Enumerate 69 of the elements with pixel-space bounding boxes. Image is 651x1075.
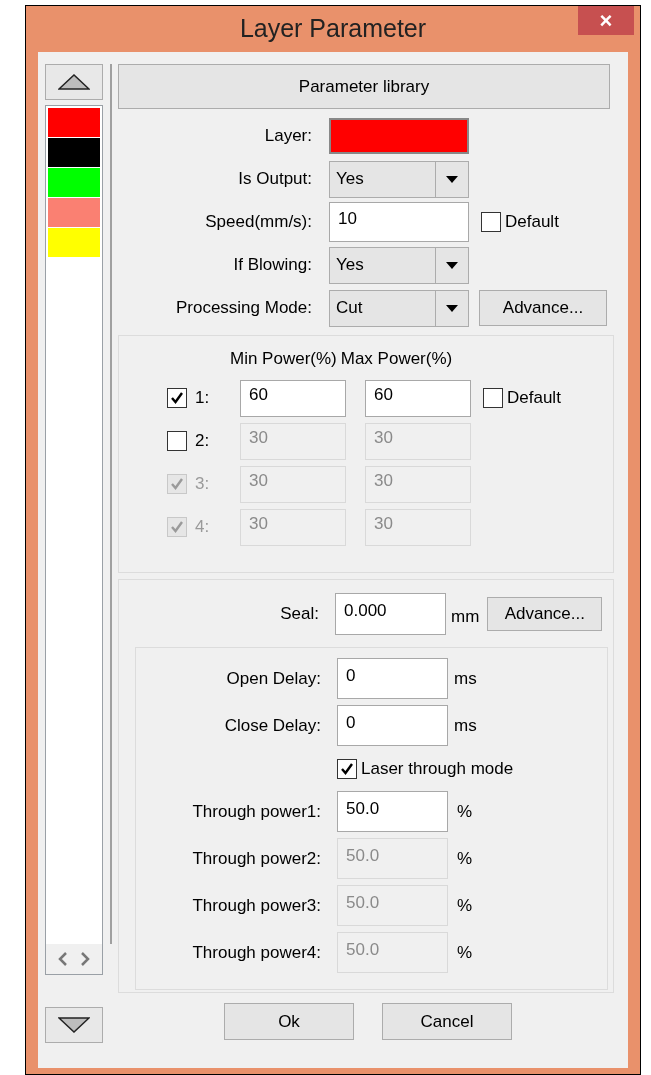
field-label: Through power4: <box>191 941 321 964</box>
checkbox-label: Laser through mode <box>361 758 514 781</box>
parameter-library-button[interactable]: Parameter library <box>118 64 610 109</box>
dropdown[interactable]: Cut <box>329 289 469 327</box>
input-field[interactable]: 0 <box>337 658 448 699</box>
channel-label: 4: <box>195 516 211 539</box>
unit-label: mm <box>451 606 480 629</box>
checkbox[interactable] <box>167 431 187 451</box>
channel-label: 1: <box>195 387 211 410</box>
button[interactable]: Ok <box>224 1003 354 1040</box>
scroll-down-button[interactable] <box>45 1007 103 1043</box>
checkmark-icon <box>170 520 184 534</box>
field-label: Through power2: <box>191 847 321 870</box>
channel-label: 2: <box>195 430 211 453</box>
dropdown-arrow-icon <box>446 304 458 312</box>
unit-label: % <box>457 941 473 964</box>
input-field[interactable]: 0.000 <box>335 593 446 635</box>
field-label: Through power3: <box>191 894 321 917</box>
field-label: If Blowing: <box>232 254 312 277</box>
layer-swatch[interactable] <box>48 138 100 167</box>
dropdown-arrow-icon <box>446 175 458 183</box>
channel-label: 3: <box>195 473 211 496</box>
down-triangle-icon <box>58 1017 90 1033</box>
input-field[interactable]: 10 <box>329 202 469 242</box>
button[interactable]: Cancel <box>382 1003 512 1040</box>
up-triangle-icon <box>58 74 90 90</box>
field-label: Close Delay: <box>223 714 321 737</box>
input-field[interactable]: 60 <box>240 379 346 417</box>
field-label: Layer: <box>263 125 312 148</box>
checkbox[interactable] <box>481 212 501 232</box>
checkbox[interactable] <box>337 759 357 779</box>
scroll-right-icon[interactable] <box>80 952 90 966</box>
field-label: Through power1: <box>191 800 321 823</box>
button[interactable]: Advance... <box>487 597 603 631</box>
unit-label: % <box>457 894 473 917</box>
layer-swatch[interactable] <box>48 108 100 137</box>
input-field[interactable]: 50.0 <box>337 791 448 832</box>
dropdown[interactable]: Yes <box>329 246 469 284</box>
dropdown-arrow-icon <box>446 261 458 269</box>
button[interactable]: Advance... <box>479 290 607 326</box>
unit-label: ms <box>454 714 477 737</box>
layer-color-field[interactable] <box>329 118 469 154</box>
column-header: Max Power(%) <box>340 348 453 370</box>
field-label: Processing Mode: <box>174 297 312 320</box>
checkbox-label: Default <box>505 211 559 234</box>
scroll-left-icon[interactable] <box>58 952 68 966</box>
checkmark-icon <box>170 391 184 405</box>
unit-label: ms <box>454 667 477 690</box>
checkbox[interactable] <box>483 388 503 408</box>
scroll-up-button[interactable] <box>45 64 103 100</box>
unit-label: % <box>457 800 473 823</box>
column-header: Min Power(%) <box>230 348 337 370</box>
input-field[interactable]: 60 <box>365 379 471 417</box>
layer-swatch[interactable] <box>48 198 100 227</box>
field-label: Speed(mm/s): <box>204 211 312 234</box>
dropdown[interactable]: Yes <box>329 160 469 198</box>
layer-swatch[interactable] <box>48 168 100 197</box>
close-button[interactable]: × <box>578 6 634 35</box>
field-label: Open Delay: <box>225 667 321 690</box>
field-label: Seal: <box>279 603 319 626</box>
unit-label: % <box>457 847 473 870</box>
checkmark-icon <box>340 762 354 776</box>
layer-swatch[interactable] <box>48 228 100 257</box>
checkmark-icon <box>170 477 184 491</box>
checkbox-label: Default <box>507 387 561 410</box>
input-field[interactable]: 0 <box>337 705 448 746</box>
checkbox[interactable] <box>167 388 187 408</box>
window-title: Layer Parameter <box>239 13 427 45</box>
field-label: Is Output: <box>237 168 312 191</box>
